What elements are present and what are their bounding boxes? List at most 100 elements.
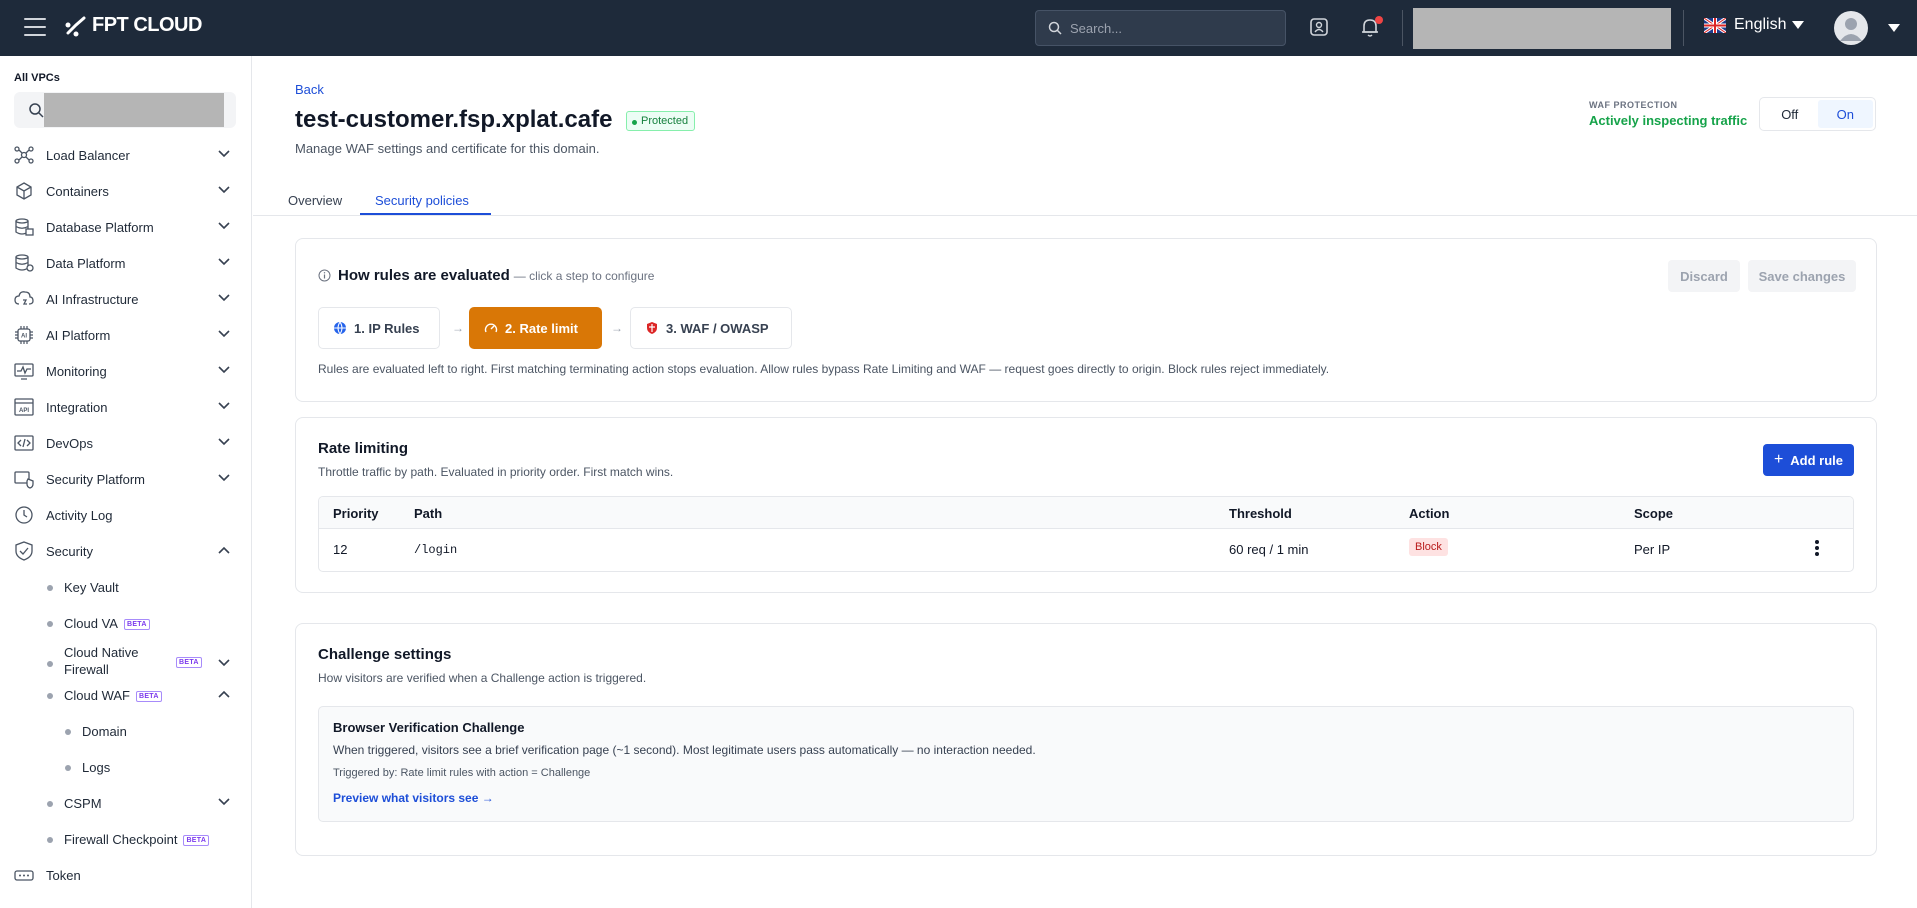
sidebar-item-security[interactable]: Security bbox=[0, 533, 251, 569]
sidebar-item-activity-log[interactable]: Activity Log bbox=[0, 497, 251, 533]
info-icon bbox=[318, 269, 331, 282]
rate-limit-table: Priority Path Threshold Action Scope 12 … bbox=[318, 496, 1854, 572]
sidebar-item-ai-platform[interactable]: AI AI Platform bbox=[0, 317, 251, 353]
discard-button[interactable]: Discard bbox=[1668, 260, 1740, 292]
tab-security-policies[interactable]: Security policies bbox=[375, 193, 469, 208]
chevron-down-icon bbox=[218, 294, 230, 302]
sidebar-item-integration[interactable]: API Integration bbox=[0, 389, 251, 425]
sidebar-item-label: Monitoring bbox=[46, 363, 107, 379]
step-label: 2. Rate limit bbox=[505, 320, 578, 336]
sidebar-item-database-platform[interactable]: Database Platform bbox=[0, 209, 251, 245]
chevron-down-icon bbox=[1792, 21, 1805, 29]
chevron-up-icon bbox=[218, 690, 230, 698]
column-header: Path bbox=[414, 506, 443, 521]
sidebar-item-label: DevOps bbox=[46, 435, 93, 451]
sidebar-item-label: Domain bbox=[82, 724, 127, 739]
more-options-icon[interactable] bbox=[1813, 540, 1821, 558]
label-text: Firewall Checkpoint bbox=[64, 832, 178, 847]
search-icon bbox=[29, 103, 44, 118]
sidebar-item-security-platform[interactable]: Security Platform bbox=[0, 461, 251, 497]
evaluation-title: How rules are evaluated bbox=[338, 267, 510, 284]
waf-status-text: Actively inspecting traffic bbox=[1589, 113, 1748, 128]
box-description: When triggered, visitors see a brief ver… bbox=[333, 743, 1036, 757]
gauge-icon bbox=[484, 323, 498, 333]
save-changes-button[interactable]: Save changes bbox=[1748, 260, 1856, 292]
preview-link[interactable]: Preview what visitors see → bbox=[333, 791, 494, 805]
sidebar-item-label: Load Balancer bbox=[46, 147, 130, 163]
chevron-down-icon bbox=[218, 186, 230, 194]
vpc-label: All VPCs bbox=[14, 72, 60, 84]
step-rate-limit[interactable]: 2. Rate limit bbox=[469, 307, 602, 349]
notification-bell-icon[interactable] bbox=[1359, 16, 1383, 40]
waf-toggle[interactable]: Off On bbox=[1759, 97, 1876, 131]
cell-threshold: 60 req / 1 min bbox=[1229, 542, 1309, 557]
column-header: Scope bbox=[1634, 506, 1674, 521]
evaluation-hint: — click a step to configure bbox=[513, 268, 655, 283]
section-subtitle: Throttle traffic by path. Evaluated in p… bbox=[318, 465, 674, 479]
step-ip-rules[interactable]: 1. IP Rules bbox=[318, 307, 440, 349]
sidebar-item-logs[interactable]: Logs bbox=[0, 749, 252, 785]
sidebar-item-data-platform[interactable]: Data Platform bbox=[0, 245, 251, 281]
sidebar-item-label: Security Platform bbox=[46, 471, 145, 487]
toggle-off-button[interactable]: Off bbox=[1762, 100, 1818, 128]
sidebar-item-cspm[interactable]: CSPM bbox=[0, 785, 252, 821]
step-waf-owasp[interactable]: 3. WAF / OWASP bbox=[630, 307, 792, 349]
sidebar-item-domain[interactable]: Domain bbox=[0, 713, 252, 749]
chevron-down-icon bbox=[218, 366, 230, 374]
divider bbox=[1683, 10, 1684, 46]
waf-protection-label: WAF PROTECTION bbox=[1589, 100, 1678, 110]
sidebar-item-label: Security bbox=[46, 543, 93, 559]
chevron-up-icon bbox=[218, 546, 230, 554]
sidebar-item-cloud-waf-main[interactable]: Cloud WAF BETA bbox=[0, 677, 252, 713]
cell-scope: Per IP bbox=[1634, 542, 1671, 557]
search-input[interactable] bbox=[1070, 20, 1270, 36]
notification-dot bbox=[1375, 16, 1383, 24]
hamburger-menu-icon[interactable] bbox=[24, 18, 46, 38]
column-header: Priority bbox=[333, 506, 379, 521]
chevron-down-icon[interactable] bbox=[1888, 24, 1900, 32]
contact-card-icon[interactable] bbox=[1308, 16, 1332, 40]
search-icon bbox=[1048, 21, 1062, 35]
containers-icon bbox=[16, 182, 32, 200]
evaluation-card: How rules are evaluated — click a step t… bbox=[295, 238, 1877, 402]
chevron-down-icon bbox=[218, 222, 230, 230]
bullet bbox=[47, 801, 53, 807]
ai-infrastructure-icon bbox=[14, 291, 34, 305]
sidebar-item-containers[interactable]: Containers bbox=[0, 173, 251, 209]
sidebar-item-cloud-va[interactable]: Cloud VA BETA bbox=[0, 605, 251, 641]
sidebar-item-token[interactable]: Token bbox=[0, 857, 252, 893]
sidebar-item-key-vault[interactable]: Key Vault bbox=[0, 569, 251, 605]
sidebar-item-ai-infrastructure[interactable]: AI Infrastructure bbox=[0, 281, 251, 317]
page-title: test-customer.fsp.xplat.cafe bbox=[295, 106, 613, 133]
back-link[interactable]: Back bbox=[295, 82, 324, 97]
sidebar-item-firewall-checkpoint[interactable]: Firewall Checkpoint BETA bbox=[0, 821, 252, 857]
tab-overview[interactable]: Overview bbox=[288, 193, 342, 208]
sidebar-item-devops[interactable]: DevOps bbox=[0, 425, 251, 461]
chevron-down-icon bbox=[218, 798, 230, 806]
add-rule-button[interactable]: + Add rule bbox=[1763, 444, 1854, 476]
sidebar-item-label: Cloud WAF BETA bbox=[64, 688, 162, 703]
uk-flag-icon bbox=[1704, 17, 1726, 33]
brand-logo[interactable]: FPT CLOUD bbox=[64, 14, 202, 37]
sidebar-item-label: Integration bbox=[46, 399, 108, 415]
global-search[interactable] bbox=[1035, 10, 1286, 46]
devops-icon bbox=[14, 435, 34, 451]
chevron-down-icon bbox=[218, 150, 230, 158]
section-title: Challenge settings bbox=[318, 646, 452, 663]
user-avatar[interactable] bbox=[1834, 11, 1868, 45]
chevron-down-icon bbox=[218, 402, 230, 410]
sidebar-item-label: Containers bbox=[46, 183, 109, 199]
sidebar-item-monitoring[interactable]: Monitoring bbox=[0, 353, 251, 389]
language-selector[interactable]: English bbox=[1704, 16, 1805, 34]
sidebar-item-load-balancer[interactable]: Load Balancer bbox=[0, 137, 251, 173]
activity-log-icon bbox=[15, 506, 33, 524]
sidebar-item-label: Logs bbox=[82, 760, 111, 775]
bullet bbox=[47, 661, 53, 667]
bullet bbox=[47, 693, 53, 699]
beta-badge: BETA bbox=[183, 835, 210, 847]
top-bar: FPT CLOUD English bbox=[0, 0, 1917, 56]
bullet bbox=[47, 621, 53, 627]
rate-limiting-card: Rate limiting Throttle traffic by path. … bbox=[295, 417, 1877, 593]
evaluation-note: Rules are evaluated left to right. First… bbox=[318, 362, 1330, 376]
toggle-on-button[interactable]: On bbox=[1817, 100, 1873, 128]
